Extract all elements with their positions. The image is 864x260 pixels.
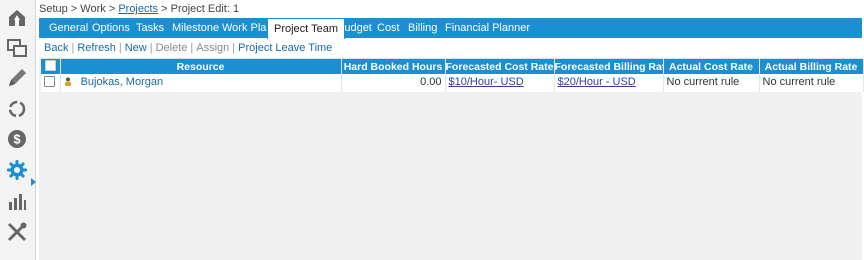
content-area: Resource Hard Booked Hours Forecasted Co…	[39, 58, 864, 260]
header-forecasted-cost-rate[interactable]: Forecasted Cost Rate	[445, 59, 555, 74]
tab-options[interactable]: Options	[86, 18, 136, 38]
action-bar: Back | Refresh | New | Delete | Assign | Project L…	[44, 42, 333, 54]
actual-billing-rate-cell: No current rule	[759, 74, 864, 92]
main-panel: Setup > Work > Projects > Project Edit: …	[37, 0, 864, 260]
row-checkbox[interactable]	[44, 76, 55, 87]
delete-link[interactable]: Delete	[156, 42, 188, 54]
assign-link[interactable]: Assign	[196, 42, 229, 54]
breadcrumb-current: Project Edit: 1	[170, 3, 240, 15]
tab-financial-planner[interactable]: Financial Planner	[439, 18, 536, 38]
tab-billing[interactable]: Billing	[402, 18, 443, 38]
active-indicator	[31, 178, 36, 186]
tab-cost[interactable]: Cost	[371, 18, 406, 38]
home-icon[interactable]	[5, 6, 29, 30]
table-row: Bujokas, Morgan 0.00 $10/Hour- USD $20/H…	[41, 74, 864, 92]
project-leave-time-link[interactable]: Project Leave Time	[238, 42, 332, 54]
breadcrumb: Setup > Work > Projects > Project Edit: …	[39, 3, 240, 15]
select-all-checkbox[interactable]	[44, 59, 56, 71]
row-select-cell	[41, 74, 61, 92]
hard-booked-hours-cell: 0.00	[341, 74, 446, 92]
svg-text:$: $	[13, 132, 21, 147]
header-actual-cost-rate[interactable]: Actual Cost Rate	[663, 59, 760, 74]
tab-tasks[interactable]: Tasks	[130, 18, 170, 38]
breadcrumb-setup: Setup	[39, 3, 68, 15]
bar-chart-icon[interactable]	[5, 189, 29, 213]
refresh-cycle-icon[interactable]	[5, 97, 29, 121]
forecasted-billing-rate-link[interactable]: $20/Hour - USD	[558, 76, 636, 88]
person-icon	[64, 77, 72, 86]
header-resource[interactable]: Resource	[60, 59, 342, 74]
breadcrumb-projects-link[interactable]: Projects	[118, 3, 158, 15]
back-link[interactable]: Back	[44, 42, 68, 54]
tools-icon[interactable]	[5, 220, 29, 244]
header-actual-billing-rate[interactable]: Actual Billing Rate	[759, 59, 864, 74]
resource-cell: Bujokas, Morgan	[60, 74, 342, 92]
gear-icon[interactable]	[5, 158, 29, 182]
left-sidebar: $	[0, 0, 36, 260]
new-link[interactable]: New	[125, 42, 147, 54]
actual-cost-rate-cell: No current rule	[663, 74, 760, 92]
tab-bar: General Options Tasks Milestone Work Pla…	[39, 18, 862, 39]
resource-name-link[interactable]: Bujokas, Morgan	[81, 76, 164, 88]
pencil-icon[interactable]	[5, 66, 29, 90]
select-all-header	[41, 59, 61, 74]
breadcrumb-work: Work	[80, 3, 106, 15]
forecasted-cost-rate-cell: $10/Hour- USD	[445, 74, 555, 92]
project-team-table: Resource Hard Booked Hours Forecasted Co…	[41, 59, 864, 92]
header-hard-booked-hours[interactable]: Hard Booked Hours	[341, 59, 446, 74]
header-forecasted-billing-rate[interactable]: Forecasted Billing Rate	[554, 59, 664, 74]
windows-icon[interactable]	[5, 36, 29, 60]
forecasted-billing-rate-cell: $20/Hour - USD	[554, 74, 664, 92]
refresh-link[interactable]: Refresh	[77, 42, 116, 54]
table-header-row: Resource Hard Booked Hours Forecasted Co…	[41, 59, 864, 74]
forecasted-cost-rate-link[interactable]: $10/Hour- USD	[449, 76, 524, 88]
dollar-icon[interactable]: $	[5, 127, 29, 151]
